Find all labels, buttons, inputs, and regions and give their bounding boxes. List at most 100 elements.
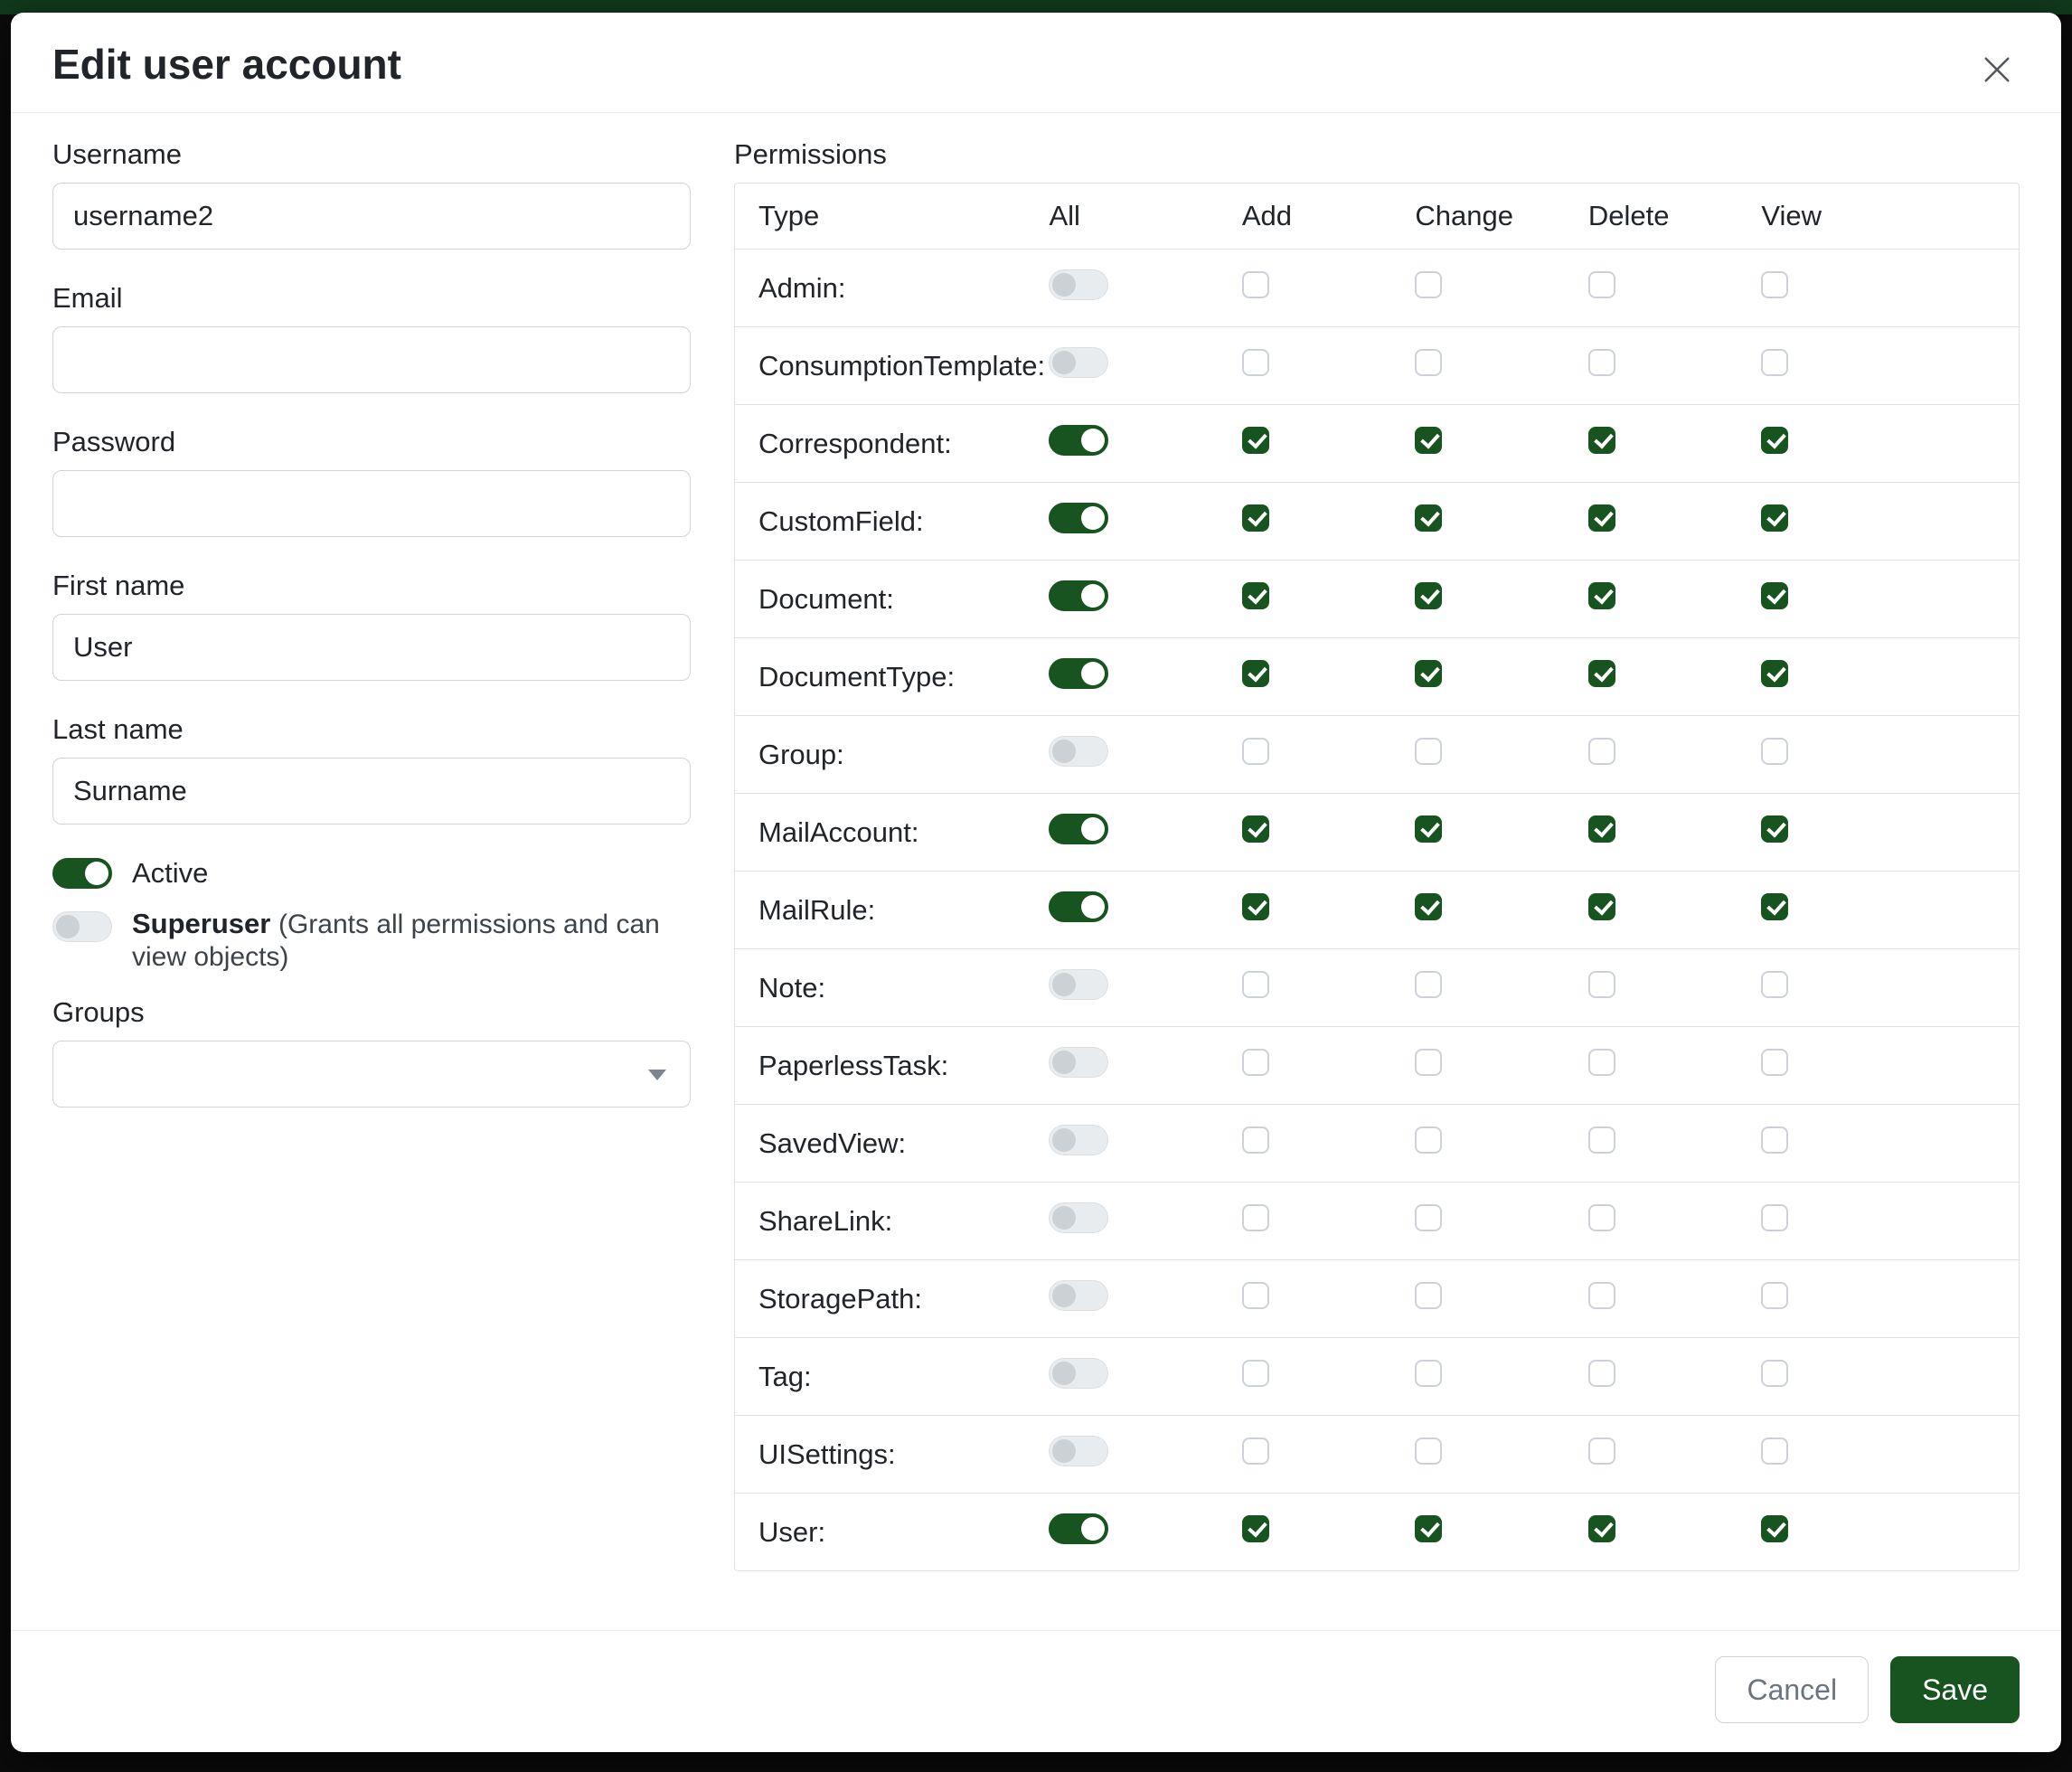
permission-view-checkbox[interactable] xyxy=(1761,271,1788,298)
permission-all-toggle[interactable] xyxy=(1049,580,1108,611)
permission-delete-checkbox[interactable] xyxy=(1588,1126,1615,1154)
permission-add-checkbox[interactable] xyxy=(1242,738,1269,765)
permission-all-toggle[interactable] xyxy=(1049,269,1108,300)
permission-view-checkbox[interactable] xyxy=(1761,1204,1788,1231)
permission-change-checkbox[interactable] xyxy=(1415,1049,1442,1076)
permission-delete-checkbox[interactable] xyxy=(1588,1204,1615,1231)
permission-add-checkbox[interactable] xyxy=(1242,582,1269,609)
permission-view-checkbox[interactable] xyxy=(1761,893,1788,920)
permission-add-checkbox[interactable] xyxy=(1242,1437,1269,1465)
permission-change-checkbox[interactable] xyxy=(1415,1126,1442,1154)
permission-add-checkbox[interactable] xyxy=(1242,660,1269,687)
permission-add-checkbox[interactable] xyxy=(1242,1282,1269,1309)
permission-delete-checkbox[interactable] xyxy=(1588,1515,1615,1542)
permission-add-checkbox[interactable] xyxy=(1242,1049,1269,1076)
permission-delete-checkbox[interactable] xyxy=(1588,1437,1615,1465)
cancel-button[interactable]: Cancel xyxy=(1715,1656,1869,1723)
permission-change-checkbox[interactable] xyxy=(1415,1437,1442,1465)
permission-add-checkbox[interactable] xyxy=(1242,349,1269,376)
permission-change-checkbox[interactable] xyxy=(1415,1360,1442,1387)
permission-add-checkbox[interactable] xyxy=(1242,1126,1269,1154)
superuser-toggle[interactable] xyxy=(52,911,112,942)
first-name-input[interactable] xyxy=(52,614,691,681)
first-name-label: First name xyxy=(52,570,691,602)
permission-view-checkbox[interactable] xyxy=(1761,1126,1788,1154)
permission-all-toggle[interactable] xyxy=(1049,736,1108,767)
last-name-input[interactable] xyxy=(52,758,691,825)
permission-change-checkbox[interactable] xyxy=(1415,660,1442,687)
permission-delete-checkbox[interactable] xyxy=(1588,349,1615,376)
permission-change-checkbox[interactable] xyxy=(1415,815,1442,843)
permission-add-checkbox[interactable] xyxy=(1242,1360,1269,1387)
permission-view-checkbox[interactable] xyxy=(1761,660,1788,687)
email-input[interactable] xyxy=(52,326,691,393)
permission-change-checkbox[interactable] xyxy=(1415,349,1442,376)
permission-all-toggle[interactable] xyxy=(1049,1358,1108,1389)
permission-view-checkbox[interactable] xyxy=(1761,738,1788,765)
permission-change-checkbox[interactable] xyxy=(1415,582,1442,609)
permission-change-checkbox[interactable] xyxy=(1415,971,1442,998)
permission-view-checkbox[interactable] xyxy=(1761,1282,1788,1309)
permission-all-toggle[interactable] xyxy=(1049,347,1108,378)
permission-delete-checkbox[interactable] xyxy=(1588,1360,1615,1387)
permission-all-toggle[interactable] xyxy=(1049,1125,1108,1155)
permission-change-checkbox[interactable] xyxy=(1415,1204,1442,1231)
permission-change-checkbox[interactable] xyxy=(1415,1515,1442,1542)
permission-view-checkbox[interactable] xyxy=(1761,582,1788,609)
permission-all-toggle[interactable] xyxy=(1049,1047,1108,1078)
permission-add-checkbox[interactable] xyxy=(1242,893,1269,920)
permission-all-toggle[interactable] xyxy=(1049,1280,1108,1311)
permission-all-toggle[interactable] xyxy=(1049,891,1108,922)
permission-view-checkbox[interactable] xyxy=(1761,349,1788,376)
permission-all-toggle[interactable] xyxy=(1049,1436,1108,1466)
permission-view-checkbox[interactable] xyxy=(1761,1437,1788,1465)
permission-type-label: MailAccount: xyxy=(758,816,1049,849)
permission-all-toggle[interactable] xyxy=(1049,658,1108,689)
permission-type-label: UISettings: xyxy=(758,1438,1049,1471)
permission-view-checkbox[interactable] xyxy=(1761,1515,1788,1542)
permission-delete-checkbox[interactable] xyxy=(1588,971,1615,998)
permission-all-toggle[interactable] xyxy=(1049,1513,1108,1544)
permission-delete-checkbox[interactable] xyxy=(1588,738,1615,765)
groups-select[interactable] xyxy=(52,1041,691,1108)
permission-add-checkbox[interactable] xyxy=(1242,1204,1269,1231)
permission-view-checkbox[interactable] xyxy=(1761,504,1788,532)
permission-change-checkbox[interactable] xyxy=(1415,504,1442,532)
permission-delete-checkbox[interactable] xyxy=(1588,893,1615,920)
permission-all-toggle[interactable] xyxy=(1049,503,1108,533)
permission-change-checkbox[interactable] xyxy=(1415,893,1442,920)
permission-delete-checkbox[interactable] xyxy=(1588,1282,1615,1309)
permission-view-checkbox[interactable] xyxy=(1761,1049,1788,1076)
permission-view-checkbox[interactable] xyxy=(1761,427,1788,454)
permission-change-checkbox[interactable] xyxy=(1415,738,1442,765)
password-input[interactable] xyxy=(52,470,691,537)
permission-add-checkbox[interactable] xyxy=(1242,815,1269,843)
permission-add-checkbox[interactable] xyxy=(1242,427,1269,454)
active-toggle[interactable] xyxy=(52,858,112,889)
permission-delete-checkbox[interactable] xyxy=(1588,582,1615,609)
permission-change-checkbox[interactable] xyxy=(1415,271,1442,298)
permission-delete-checkbox[interactable] xyxy=(1588,1049,1615,1076)
permission-delete-checkbox[interactable] xyxy=(1588,427,1615,454)
permission-all-toggle[interactable] xyxy=(1049,814,1108,844)
permission-delete-checkbox[interactable] xyxy=(1588,504,1615,532)
save-button[interactable]: Save xyxy=(1890,1656,2020,1723)
permission-all-toggle[interactable] xyxy=(1049,969,1108,1000)
permission-view-checkbox[interactable] xyxy=(1761,971,1788,998)
permission-add-checkbox[interactable] xyxy=(1242,1515,1269,1542)
permission-view-checkbox[interactable] xyxy=(1761,815,1788,843)
permission-delete-checkbox[interactable] xyxy=(1588,660,1615,687)
permission-change-checkbox[interactable] xyxy=(1415,1282,1442,1309)
permission-all-toggle[interactable] xyxy=(1049,425,1108,456)
permission-all-toggle[interactable] xyxy=(1049,1202,1108,1233)
permission-view-checkbox[interactable] xyxy=(1761,1360,1788,1387)
username-input[interactable] xyxy=(52,183,691,250)
permission-delete-checkbox[interactable] xyxy=(1588,815,1615,843)
close-button[interactable] xyxy=(1978,42,2020,89)
permission-add-checkbox[interactable] xyxy=(1242,971,1269,998)
permission-add-checkbox[interactable] xyxy=(1242,271,1269,298)
permission-row: PaperlessTask: xyxy=(735,1026,2019,1104)
permission-change-checkbox[interactable] xyxy=(1415,427,1442,454)
permission-delete-checkbox[interactable] xyxy=(1588,271,1615,298)
permission-add-checkbox[interactable] xyxy=(1242,504,1269,532)
